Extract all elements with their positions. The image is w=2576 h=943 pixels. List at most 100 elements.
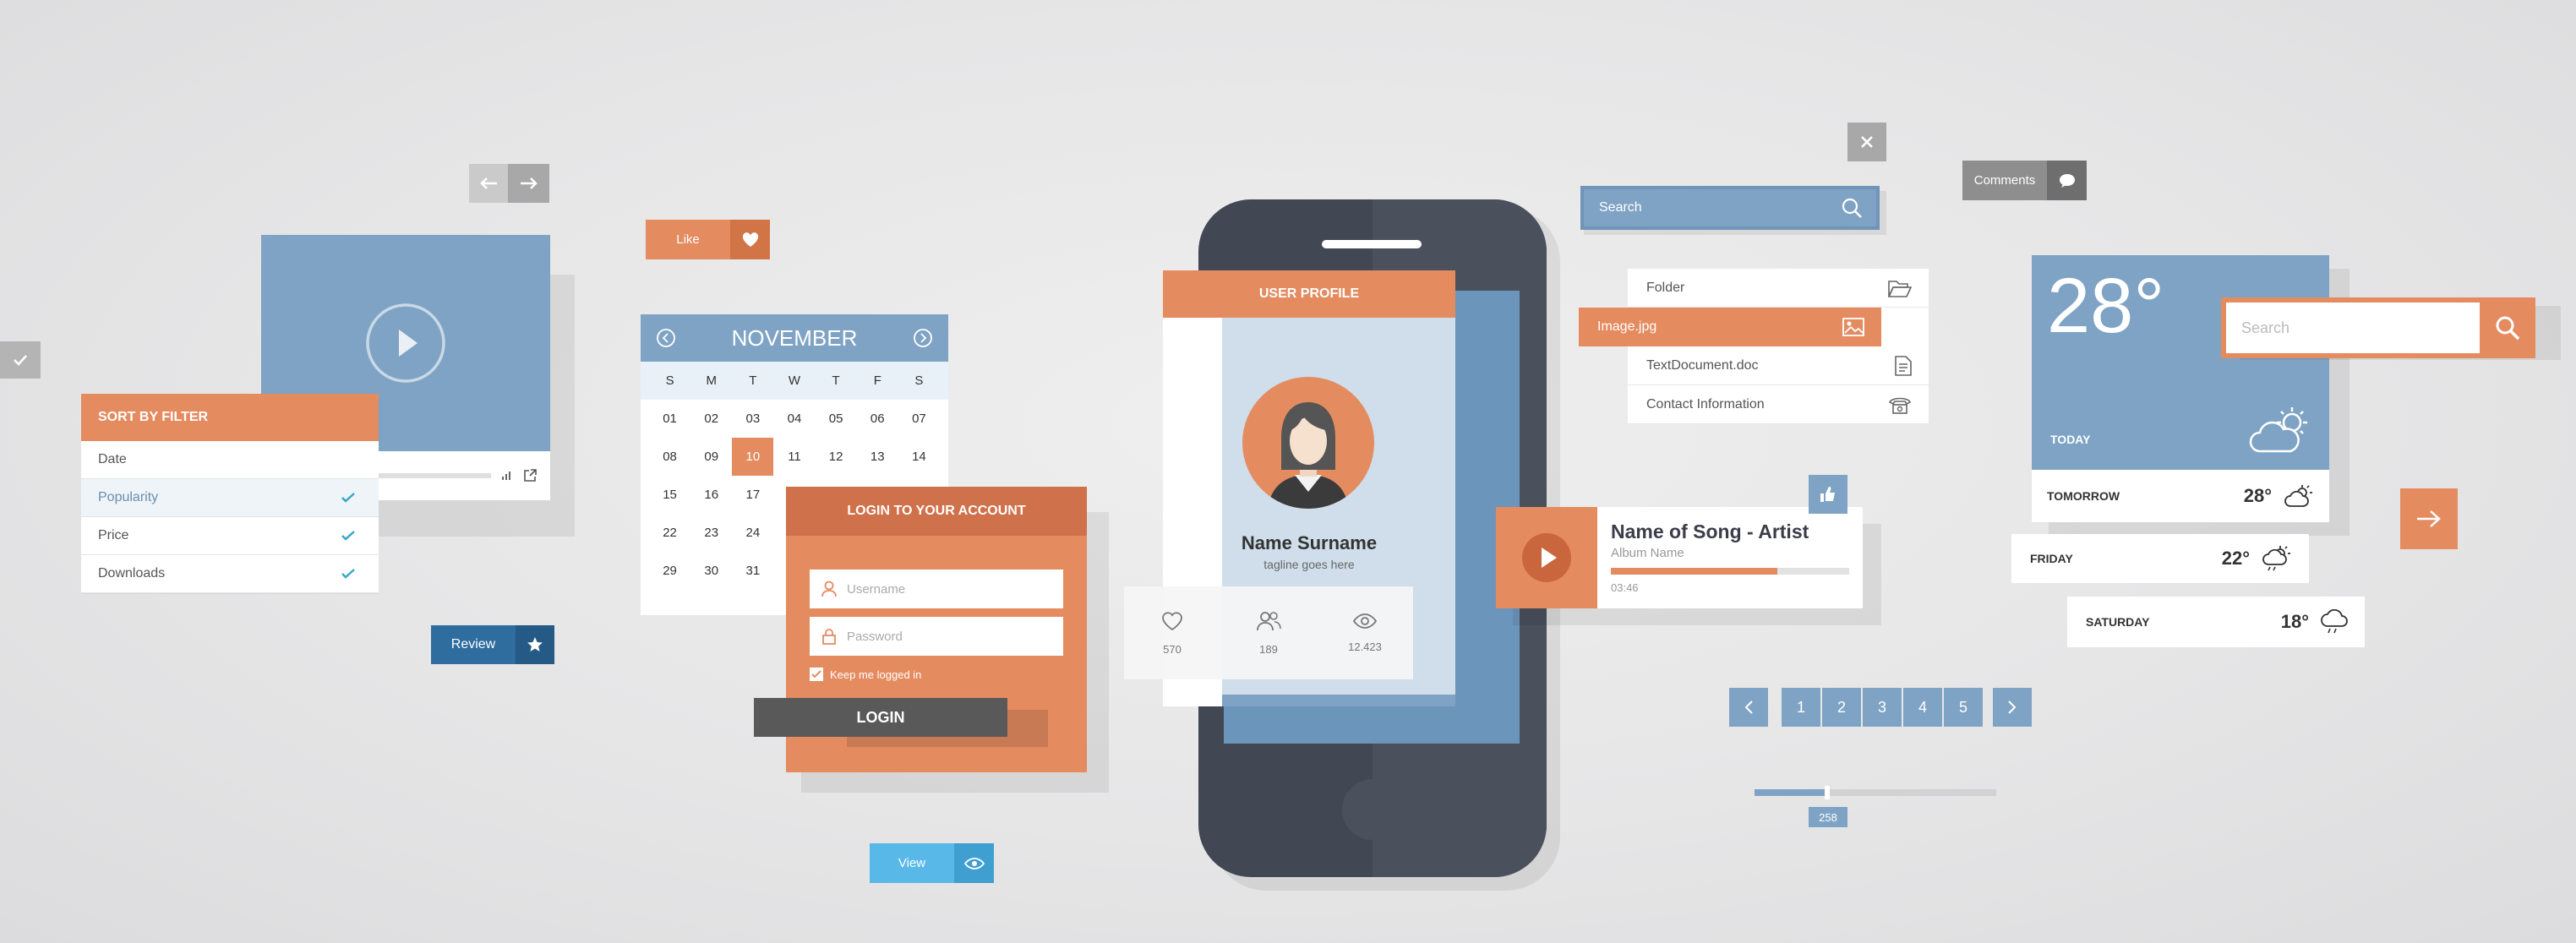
- page-button[interactable]: 2: [1822, 688, 1861, 727]
- sort-option[interactable]: Date: [81, 441, 379, 479]
- calendar-day[interactable]: 05: [816, 400, 857, 438]
- calendar-day[interactable]: 24: [732, 514, 773, 552]
- calendar-day[interactable]: 06: [857, 400, 898, 438]
- sort-option[interactable]: Popularity: [81, 479, 379, 517]
- calendar-day[interactable]: 15: [649, 476, 690, 514]
- phone-icon: [1888, 395, 1912, 414]
- calendar-day-selected[interactable]: 10: [732, 438, 774, 476]
- sort-option[interactable]: Downloads: [81, 555, 379, 593]
- pagination-prev[interactable]: [1729, 688, 1768, 727]
- calendar-day[interactable]: 01: [649, 400, 690, 438]
- calendar-day[interactable]: 31: [732, 552, 773, 590]
- sort-filter-title: SORT BY FILTER: [81, 394, 379, 441]
- eye-icon: [1353, 613, 1377, 629]
- weekday-label: T: [749, 373, 757, 388]
- play-icon[interactable]: [365, 303, 446, 384]
- view-button[interactable]: View: [870, 843, 994, 883]
- thumbs-up-button[interactable]: [1809, 475, 1847, 514]
- calendar-prev-icon[interactable]: [656, 328, 676, 348]
- calendar-day[interactable]: 04: [773, 400, 815, 438]
- check-icon: [341, 531, 355, 541]
- music-player: Name of Song - Artist Album Name 03:46: [1496, 507, 1863, 608]
- pagination-next[interactable]: [1993, 688, 2032, 727]
- sort-option[interactable]: Price: [81, 517, 379, 555]
- profile-stat-value: 189: [1259, 642, 1278, 656]
- calendar-day[interactable]: 30: [690, 552, 732, 590]
- weekday-label: F: [873, 373, 881, 388]
- profile-stat-value: 12.423: [1348, 640, 1382, 653]
- calendar-day[interactable]: 02: [690, 400, 732, 438]
- chevron-left-icon: [1744, 700, 1754, 715]
- calendar-day[interactable]: 17: [732, 476, 773, 514]
- user-icon: [821, 581, 837, 597]
- search-icon[interactable]: [1841, 197, 1863, 219]
- check-icon: [341, 493, 355, 503]
- calendar-day[interactable]: 13: [857, 438, 898, 476]
- calendar-day[interactable]: 08: [649, 438, 690, 476]
- review-label: Review: [431, 625, 516, 664]
- file-row-selected[interactable]: Image.jpg: [1579, 308, 1881, 346]
- file-label: Folder: [1646, 280, 1685, 295]
- calendar-next-icon[interactable]: [913, 328, 933, 348]
- sort-filter-panel: SORT BY FILTER Date Popularity Price Downlo…: [81, 394, 379, 593]
- chevron-right-icon: [2007, 700, 2017, 715]
- eye-icon: [954, 843, 994, 883]
- remember-checkbox[interactable]: [810, 668, 823, 681]
- review-button[interactable]: Review: [431, 625, 554, 664]
- arrow-right-icon: [520, 177, 538, 190]
- lock-icon: [821, 628, 837, 645]
- calendar-day[interactable]: 23: [690, 514, 732, 552]
- star-icon: [516, 625, 554, 664]
- tomorrow-temp: 28°: [2243, 485, 2272, 506]
- page-button[interactable]: 1: [1782, 688, 1820, 727]
- calendar-day[interactable]: 14: [898, 438, 940, 476]
- volume-icon[interactable]: [501, 471, 513, 481]
- music-play-button[interactable]: [1496, 507, 1597, 608]
- check-tile[interactable]: [0, 341, 41, 379]
- calendar-day[interactable]: 29: [649, 552, 690, 590]
- like-button[interactable]: Like: [646, 220, 770, 259]
- calendar-day[interactable]: 12: [816, 438, 857, 476]
- calendar-day[interactable]: 09: [690, 438, 732, 476]
- search-bar[interactable]: Search: [1580, 186, 1880, 230]
- password-field[interactable]: Password: [810, 617, 1063, 656]
- file-row[interactable]: Folder: [1628, 269, 1929, 308]
- login-button[interactable]: LOGIN: [754, 698, 1007, 737]
- album-name: Album Name: [1611, 546, 1684, 560]
- friday-label: FRIDAY: [2030, 552, 2073, 565]
- calendar-day[interactable]: 22: [649, 514, 690, 552]
- username-field[interactable]: Username: [810, 570, 1063, 608]
- page-button[interactable]: 3: [1863, 688, 1902, 727]
- file-row[interactable]: TextDocument.doc: [1628, 346, 1929, 385]
- remember-label: Keep me logged in: [830, 668, 922, 681]
- search-icon[interactable]: [2495, 315, 2520, 341]
- song-progress-track[interactable]: [1611, 568, 1849, 575]
- page-button[interactable]: 5: [1944, 688, 1983, 727]
- page-button[interactable]: 4: [1903, 688, 1942, 727]
- close-button[interactable]: [1847, 123, 1886, 161]
- arrow-right-icon: [2416, 510, 2442, 528]
- song-progress-fill: [1611, 568, 1778, 575]
- view-label: View: [870, 843, 954, 883]
- remember-me[interactable]: Keep me logged in: [810, 668, 921, 681]
- weekday-label: T: [832, 373, 840, 388]
- external-link-icon[interactable]: [523, 469, 537, 482]
- calendar-day[interactable]: 03: [732, 400, 773, 438]
- phone-home-button[interactable]: [1342, 779, 1403, 840]
- calendar-day[interactable]: 16: [690, 476, 732, 514]
- slider-track[interactable]: [1755, 789, 1996, 796]
- comments-button[interactable]: Comments: [1962, 161, 2087, 200]
- friday-temp: 22°: [2221, 548, 2250, 569]
- arrow-left-icon: [479, 177, 498, 190]
- slider-handle[interactable]: [1825, 786, 1830, 799]
- weekday-label: W: [788, 373, 801, 388]
- nav-back-button[interactable]: [469, 164, 508, 203]
- calendar-day[interactable]: 07: [898, 400, 940, 438]
- weather-search[interactable]: Search: [2221, 297, 2535, 358]
- calendar-day[interactable]: 11: [773, 438, 815, 476]
- next-arrow-button[interactable]: [2400, 488, 2458, 549]
- file-row[interactable]: Contact Information: [1628, 385, 1929, 424]
- phone-speaker: [1322, 240, 1422, 248]
- nav-forward-button[interactable]: [508, 164, 549, 203]
- login-title: LOGIN TO YOUR ACCOUNT: [786, 487, 1087, 536]
